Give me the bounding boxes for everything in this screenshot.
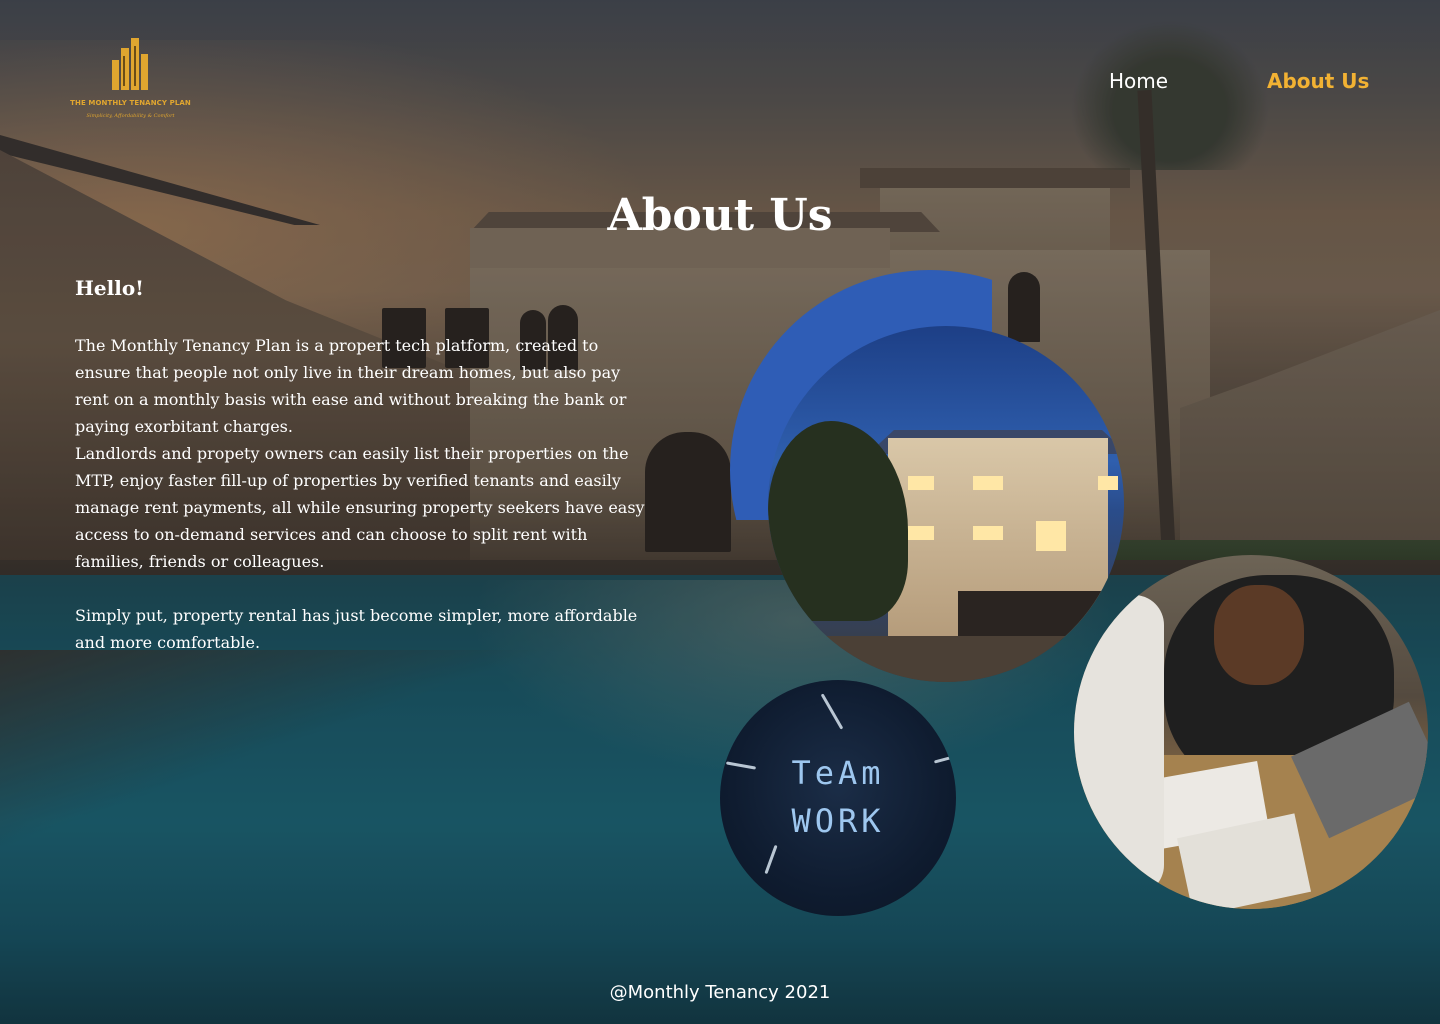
about-paragraph: Simply put, property rental has just bec… [75,606,638,652]
buildings-logo-icon [112,38,148,90]
nav-home-link[interactable]: Home [1109,69,1168,93]
footer-copyright: @Monthly Tenancy 2021 [609,982,831,1003]
teamwork-photo: TeAm WORK [720,680,956,916]
greeting-heading: Hello! [75,276,144,300]
house-photo [768,326,1124,682]
brand-name: THE MONTHLY TENANCY PLAN [70,99,191,107]
about-description: The Monthly Tenancy Plan is a propert te… [75,332,655,656]
about-paragraph: The Monthly Tenancy Plan is a propert te… [75,336,627,436]
teamwork-text-line2: WORK [791,802,885,840]
nav-about-us-link[interactable]: About Us [1267,69,1369,93]
brand-tagline: Simplicity, Affordability & Comfort [86,113,175,119]
page-title: About Us [607,190,833,241]
brand-logo[interactable]: THE MONTHLY TENANCY PLAN Simplicity, Aff… [68,36,193,126]
woman-working-photo [1074,555,1428,909]
teamwork-text-line1: TeAm [791,754,885,792]
about-paragraph: Landlords and propety owners can easily … [75,444,645,571]
